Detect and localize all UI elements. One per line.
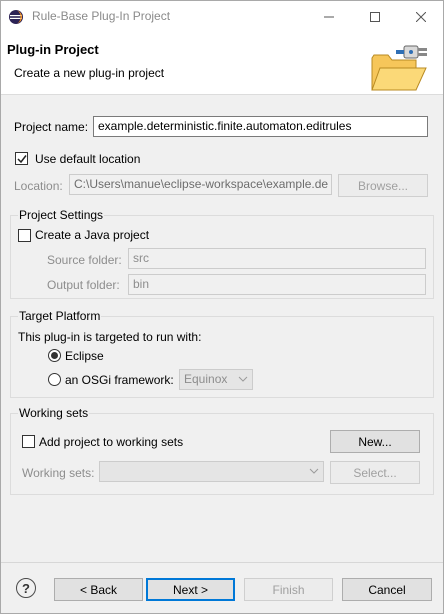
osgi-framework-radio[interactable] <box>48 373 61 386</box>
working-sets-select[interactable] <box>99 461 324 482</box>
use-default-location-label: Use default location <box>35 152 141 166</box>
source-folder-input[interactable]: src <box>128 248 426 269</box>
finish-button[interactable]: Finish <box>244 578 333 601</box>
osgi-framework-select[interactable]: Equinox <box>179 369 253 390</box>
project-settings-title: Project Settings <box>18 208 105 222</box>
location-label: Location: <box>14 179 63 193</box>
use-default-location-checkbox[interactable] <box>15 152 28 165</box>
minimize-icon <box>324 16 334 17</box>
project-name-label: Project name: <box>14 120 89 134</box>
cancel-button[interactable]: Cancel <box>342 578 432 601</box>
add-to-working-sets-label: Add project to working sets <box>39 435 184 449</box>
maximize-button[interactable] <box>352 1 398 32</box>
working-sets-title: Working sets <box>18 406 90 420</box>
project-name-input[interactable]: example.deterministic.finite.automaton.e… <box>93 116 428 137</box>
close-icon <box>416 11 426 22</box>
page-title: Plug-in Project <box>7 42 99 57</box>
footer-divider <box>1 562 443 563</box>
select-working-sets-button[interactable]: Select... <box>330 461 420 484</box>
wizard-window: Rule-Base Plug-In Project Plug-in Projec… <box>0 0 444 614</box>
output-folder-input[interactable]: bin <box>128 274 426 295</box>
back-button[interactable]: < Back <box>54 578 143 601</box>
close-button[interactable] <box>398 1 444 32</box>
title-bar: Rule-Base Plug-In Project <box>1 1 443 32</box>
chevron-down-icon <box>309 468 319 474</box>
working-sets-label: Working sets: <box>22 466 95 480</box>
radio-selected-dot <box>51 352 58 359</box>
new-working-set-button[interactable]: New... <box>330 430 420 453</box>
output-folder-label: Output folder: <box>47 278 120 292</box>
eclipse-app-icon <box>9 10 23 24</box>
page-description: Create a new plug-in project <box>14 66 165 80</box>
next-button[interactable]: Next > <box>146 578 235 601</box>
create-java-project-checkbox[interactable] <box>18 229 31 242</box>
target-platform-title: Target Platform <box>18 309 102 323</box>
location-input[interactable]: C:\Users\manue\eclipse-workspace\example… <box>69 174 332 195</box>
browse-button[interactable]: Browse... <box>338 174 428 197</box>
checkmark-icon <box>16 154 27 163</box>
folder-plug-icon <box>371 45 427 91</box>
eclipse-radio-label: Eclipse <box>65 349 104 363</box>
add-to-working-sets-checkbox[interactable] <box>22 435 35 448</box>
source-folder-label: Source folder: <box>47 253 122 267</box>
osgi-framework-label: an OSGi framework: <box>65 373 174 387</box>
window-title: Rule-Base Plug-In Project <box>32 9 171 23</box>
maximize-icon <box>370 11 380 22</box>
chevron-down-icon <box>238 376 248 382</box>
eclipse-radio[interactable] <box>48 349 61 362</box>
minimize-button[interactable] <box>306 1 352 32</box>
create-java-project-label: Create a Java project <box>35 228 150 242</box>
target-platform-intro: This plug-in is targeted to run with: <box>18 330 202 344</box>
help-icon[interactable]: ? <box>16 578 36 598</box>
wizard-banner: Plug-in Project Create a new plug-in pro… <box>1 32 443 95</box>
osgi-framework-value: Equinox <box>184 372 228 386</box>
